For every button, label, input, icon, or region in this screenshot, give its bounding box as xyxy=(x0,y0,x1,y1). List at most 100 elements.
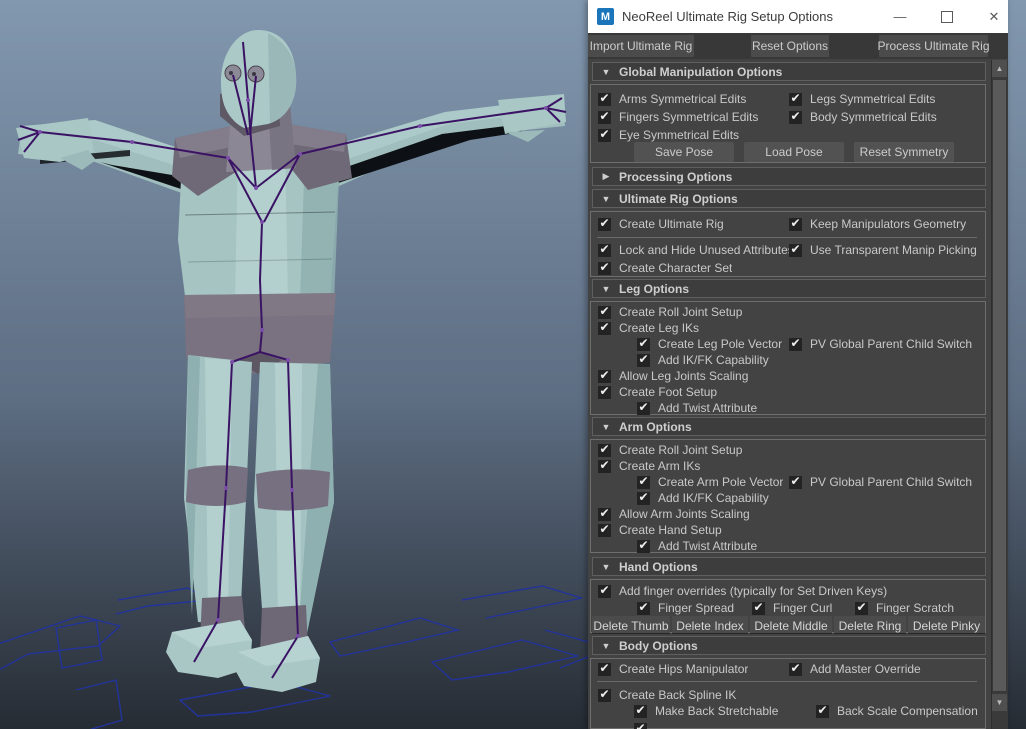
checkbox-checked[interactable]: ✔ xyxy=(855,602,868,615)
fingers-symmetrical-edits-row[interactable]: ✔ Fingers Symmetrical Edits xyxy=(598,109,758,125)
section-body-options[interactable]: ▼ Body Options xyxy=(592,636,986,655)
import-ultimate-rig-button[interactable]: Import Ultimate Rig xyxy=(588,35,694,57)
checkbox-label: Finger Scratch xyxy=(876,601,954,615)
reset-options-button[interactable]: Reset Options xyxy=(751,35,829,57)
arm-add-twist-attribute-row[interactable]: ✔ Add Twist Attribute xyxy=(637,538,757,554)
allow-leg-joints-scaling-row[interactable]: ✔ Allow Leg Joints Scaling xyxy=(598,368,748,384)
process-ultimate-rig-button[interactable]: Process Ultimate Rig xyxy=(879,35,988,57)
reset-symmetry-button[interactable]: Reset Symmetry xyxy=(854,142,954,162)
checkbox-checked[interactable]: ✔ xyxy=(752,602,765,615)
section-global-manipulation[interactable]: ▼ Global Manipulation Options xyxy=(592,62,986,81)
checkbox-checked[interactable]: ✔ xyxy=(816,705,829,718)
checkbox-checked[interactable]: ✔ xyxy=(598,508,611,521)
checkbox-checked[interactable]: ✔ xyxy=(598,370,611,383)
legs-symmetrical-edits-row[interactable]: ✔ Legs Symmetrical Edits xyxy=(789,91,935,107)
delete-pinky-button[interactable]: Delete Pinky xyxy=(908,616,985,634)
create-hand-setup-row[interactable]: ✔ Create Hand Setup xyxy=(598,522,722,538)
section-hand-options[interactable]: ▼ Hand Options xyxy=(592,557,986,576)
checkbox-checked[interactable]: ✔ xyxy=(598,460,611,473)
section-processing-options[interactable]: ▶ Processing Options xyxy=(592,167,986,186)
checkbox-checked[interactable]: ✔ xyxy=(598,218,611,231)
section-leg-options[interactable]: ▼ Leg Options xyxy=(592,279,986,298)
arm-create-roll-joint-setup-row[interactable]: ✔ Create Roll Joint Setup xyxy=(598,442,742,458)
checkbox-checked[interactable]: ✔ xyxy=(789,663,802,676)
checkbox-checked[interactable]: ✔ xyxy=(637,354,650,367)
leg-add-ikfk-capability-row[interactable]: ✔ Add IK/FK Capability xyxy=(637,352,769,368)
maximize-button[interactable] xyxy=(932,0,962,33)
checkbox-checked[interactable]: ✔ xyxy=(789,244,802,257)
checkbox-checked[interactable]: ✔ xyxy=(598,524,611,537)
add-master-override-row[interactable]: ✔ Add Master Override xyxy=(789,661,921,677)
create-arm-pole-vector-row[interactable]: ✔ Create Arm Pole Vector xyxy=(637,474,783,490)
load-pose-button[interactable]: Load Pose xyxy=(744,142,844,162)
body-symmetrical-edits-row[interactable]: ✔ Body Symmetrical Edits xyxy=(789,109,937,125)
checkbox-checked[interactable]: ✔ xyxy=(789,93,802,106)
checkbox-checked[interactable]: ✔ xyxy=(598,93,611,106)
check-icon: ✔ xyxy=(790,476,800,486)
make-back-stretchable-row[interactable]: ✔ Make Back Stretchable xyxy=(634,703,778,719)
checkbox-checked[interactable]: ✔ xyxy=(637,402,650,415)
create-character-set-row[interactable]: ✔ Create Character Set xyxy=(598,260,732,276)
minimize-button[interactable]: — xyxy=(885,0,915,33)
checkbox-checked[interactable]: ✔ xyxy=(598,262,611,275)
delete-ring-button[interactable]: Delete Ring xyxy=(834,616,906,634)
create-leg-pole-vector-row[interactable]: ✔ Create Leg Pole Vector xyxy=(637,336,782,352)
checkbox-checked[interactable]: ✔ xyxy=(637,476,650,489)
scrollbar-thumb[interactable] xyxy=(992,79,1007,692)
checkbox-checked[interactable]: ✔ xyxy=(789,111,802,124)
leg-create-roll-joint-setup-row[interactable]: ✔ Create Roll Joint Setup xyxy=(598,304,742,320)
checkbox-checked[interactable]: ✔ xyxy=(789,218,802,231)
checkbox-checked[interactable]: ✔ xyxy=(598,386,611,399)
finger-curl-row[interactable]: ✔ Finger Curl xyxy=(752,600,832,616)
leg-pv-global-parent-child-switch-row[interactable]: ✔ PV Global Parent Child Switch xyxy=(789,336,985,352)
create-arm-iks-row[interactable]: ✔ Create Arm IKs xyxy=(598,458,700,474)
delete-middle-button[interactable]: Delete Middle xyxy=(750,616,832,634)
use-transparent-manip-picking-row[interactable]: ✔ Use Transparent Manip Picking xyxy=(789,242,977,258)
delete-index-button[interactable]: Delete Index xyxy=(672,616,748,634)
scroll-down-button[interactable]: ▼ xyxy=(992,694,1007,711)
checkbox-checked[interactable]: ✔ xyxy=(598,111,611,124)
keep-manipulators-geometry-row[interactable]: ✔ Keep Manipulators Geometry xyxy=(789,216,966,232)
save-pose-button[interactable]: Save Pose xyxy=(634,142,734,162)
finger-scratch-row[interactable]: ✔ Finger Scratch xyxy=(855,600,954,616)
create-leg-iks-row[interactable]: ✔ Create Leg IKs xyxy=(598,320,699,336)
checkbox-checked[interactable]: ✔ xyxy=(637,540,650,553)
checkbox-checked[interactable]: ✔ xyxy=(637,338,650,351)
checkbox-checked[interactable]: ✔ xyxy=(598,444,611,457)
create-back-spline-ik-row[interactable]: ✔ Create Back Spline IK xyxy=(598,687,736,703)
checkbox-checked[interactable]: ✔ xyxy=(598,585,611,598)
title-bar[interactable]: M NeoReel Ultimate Rig Setup Options — ✕ xyxy=(588,0,1008,33)
arm-pv-global-parent-child-switch-row[interactable]: ✔ PV Global Parent Child Switch xyxy=(789,474,985,490)
checkbox-checked[interactable]: ✔ xyxy=(637,602,650,615)
checkbox-checked[interactable]: ✔ xyxy=(598,244,611,257)
checkbox-checked[interactable]: ✔ xyxy=(637,492,650,505)
lock-hide-unused-attributes-row[interactable]: ✔ Lock and Hide Unused Attributes xyxy=(598,242,794,258)
checkbox-checked[interactable]: ✔ xyxy=(634,723,647,729)
checkbox-checked[interactable]: ✔ xyxy=(598,306,611,319)
section-arm-options[interactable]: ▼ Arm Options xyxy=(592,417,986,436)
back-scale-compensation-row[interactable]: ✔ Back Scale Compensation xyxy=(816,703,978,719)
create-foot-setup-row[interactable]: ✔ Create Foot Setup xyxy=(598,384,717,400)
checkbox-checked[interactable]: ✔ xyxy=(789,476,802,489)
checkbox-checked[interactable]: ✔ xyxy=(598,322,611,335)
checkbox-checked[interactable]: ✔ xyxy=(634,705,647,718)
chevron-expanded-icon: ▼ xyxy=(593,194,619,204)
checkbox-checked[interactable]: ✔ xyxy=(598,129,611,142)
section-ultimate-rig-options[interactable]: ▼ Ultimate Rig Options xyxy=(592,189,986,208)
arms-symmetrical-edits-row[interactable]: ✔ Arms Symmetrical Edits xyxy=(598,91,746,107)
arm-add-ikfk-capability-row[interactable]: ✔ Add IK/FK Capability xyxy=(637,490,769,506)
checkbox-checked[interactable]: ✔ xyxy=(789,338,802,351)
create-hips-manipulator-row[interactable]: ✔ Create Hips Manipulator xyxy=(598,661,748,677)
leg-add-twist-attribute-row[interactable]: ✔ Add Twist Attribute xyxy=(637,400,757,416)
finger-spread-row[interactable]: ✔ Finger Spread xyxy=(637,600,734,616)
delete-thumb-button[interactable]: Delete Thumb xyxy=(592,616,670,634)
add-finger-overrides-row[interactable]: ✔ Add finger overrides (typically for Se… xyxy=(598,583,887,599)
allow-arm-joints-scaling-row[interactable]: ✔ Allow Arm Joints Scaling xyxy=(598,506,750,522)
eye-symmetrical-edits-row[interactable]: ✔ Eye Symmetrical Edits xyxy=(598,127,739,143)
clipped-checkbox-row[interactable]: ✔ xyxy=(634,721,647,729)
close-button[interactable]: ✕ xyxy=(979,0,1009,33)
checkbox-checked[interactable]: ✔ xyxy=(598,663,611,676)
create-ultimate-rig-row[interactable]: ✔ Create Ultimate Rig xyxy=(598,216,724,232)
scroll-up-button[interactable]: ▲ xyxy=(992,60,1007,77)
checkbox-checked[interactable]: ✔ xyxy=(598,689,611,702)
